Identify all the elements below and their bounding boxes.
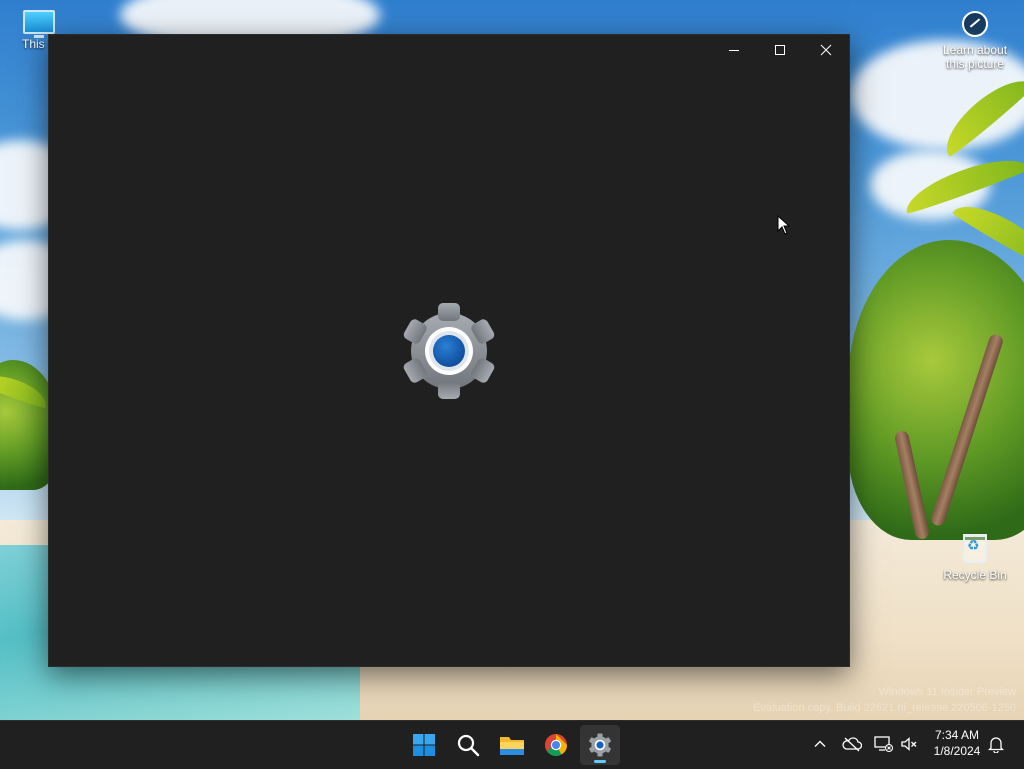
file-explorer-button[interactable] (492, 725, 532, 765)
notifications-button[interactable] (985, 733, 1007, 755)
notification-bell-icon (988, 737, 1004, 753)
desktop-icon-label: Recycle Bin (943, 568, 1007, 582)
network-disconnected-icon (874, 736, 893, 753)
maximize-button[interactable] (757, 35, 803, 65)
volume-button[interactable] (898, 733, 920, 755)
clock-date: 1/8/2024 (933, 744, 981, 758)
minimize-icon (729, 50, 739, 51)
chevron-up-icon (814, 740, 826, 747)
settings-gear-splash-icon (403, 303, 495, 399)
network-button[interactable] (872, 733, 894, 755)
monitor-icon (23, 10, 55, 38)
desktop-icon-recycle-bin[interactable]: Recycle Bin (939, 534, 1011, 582)
start-button[interactable] (404, 725, 444, 765)
minimize-button[interactable] (711, 35, 757, 65)
search-icon (457, 734, 480, 757)
show-hidden-icons-button[interactable] (809, 733, 831, 755)
taskbar-search-button[interactable] (448, 725, 488, 765)
settings-gear-icon (589, 733, 611, 757)
close-icon (820, 44, 832, 56)
volume-muted-icon (901, 737, 917, 751)
desktop-icon-learn-about-picture[interactable]: Learn about this picture (939, 11, 1011, 71)
clock-time: 7:34 AM (934, 728, 980, 742)
mouse-pointer-icon (777, 215, 791, 235)
onedrive-button[interactable] (841, 733, 863, 755)
close-button[interactable] (803, 35, 849, 65)
running-indicator (594, 760, 606, 763)
taskbar: 7:34 AM 1/8/2024 (0, 720, 1024, 769)
camera-lens-icon (962, 11, 988, 37)
chrome-icon (545, 734, 567, 756)
onedrive-offline-icon (842, 737, 862, 752)
file-explorer-icon (500, 737, 524, 755)
recycle-bin-icon (963, 534, 987, 563)
desktop-icon-label: Learn about this picture (942, 43, 1008, 71)
watermark-line-2: Evaluation copy. Build 22621.ni_release.… (753, 702, 1016, 714)
settings-window[interactable] (48, 34, 850, 667)
settings-taskbar-button[interactable] (580, 725, 620, 765)
maximize-icon (775, 45, 785, 55)
watermark-line-1: Windows 11 Insider Preview (878, 686, 1016, 698)
chrome-button[interactable] (536, 725, 576, 765)
taskbar-clock[interactable]: 7:34 AM 1/8/2024 (922, 727, 992, 759)
windows-start-icon (413, 734, 435, 756)
